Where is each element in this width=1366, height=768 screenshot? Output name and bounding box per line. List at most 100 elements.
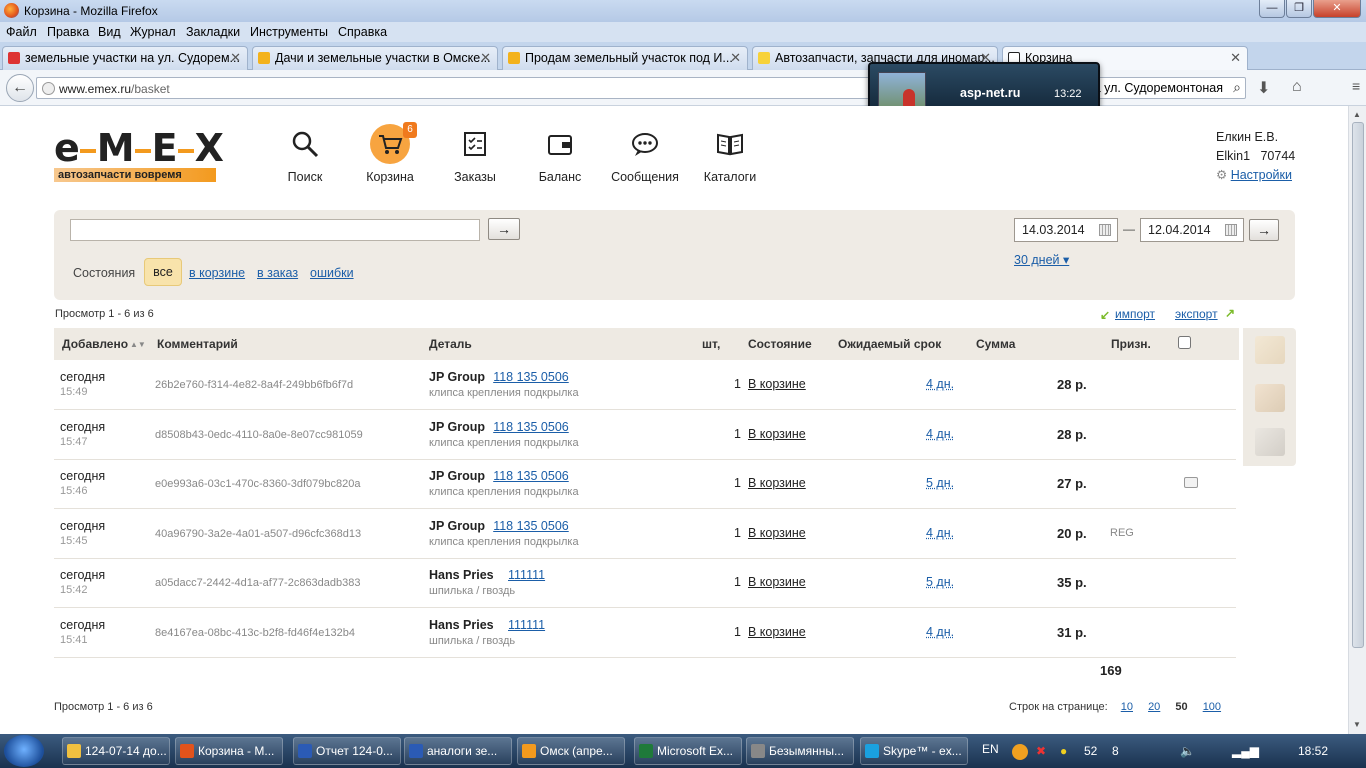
calendar-icon[interactable] — [1225, 224, 1237, 236]
import-link[interactable]: импорт — [1115, 307, 1155, 321]
minimize-button[interactable]: — — [1259, 0, 1285, 18]
back-button[interactable]: ← — [6, 74, 34, 102]
nav-cart[interactable]: 6 Корзина — [345, 122, 435, 184]
row-state[interactable]: В корзине — [748, 427, 806, 441]
part-number-link[interactable]: 111111 — [508, 618, 545, 632]
box-icon[interactable] — [1255, 336, 1285, 364]
row-qty[interactable]: 1 — [734, 575, 741, 589]
comment-icon[interactable] — [1184, 477, 1198, 488]
row-comment[interactable]: 8e4167ea-08bc-413c-b2f8-fd46f4e132b4 — [155, 627, 355, 639]
part-number-link[interactable]: 118 135 0506 — [493, 519, 569, 533]
start-button[interactable] — [4, 735, 44, 767]
settings-link[interactable]: Настройки — [1231, 168, 1292, 182]
row-eta[interactable]: 4 дн. — [926, 427, 954, 441]
calendar-icon[interactable] — [1099, 224, 1111, 236]
pager-100[interactable]: 100 — [1203, 701, 1221, 713]
row-qty[interactable]: 1 — [734, 625, 741, 639]
pager-10[interactable]: 10 — [1121, 701, 1133, 713]
date-go-button[interactable]: → — [1249, 219, 1279, 241]
row-qty[interactable]: 1 — [734, 526, 741, 540]
row-state[interactable]: В корзине — [748, 575, 806, 589]
row-qty[interactable]: 1 — [734, 476, 741, 490]
browser-tab[interactable]: земельные участки на ул. Судорем... ✕ — [2, 46, 248, 70]
sort-icon[interactable]: ▲▼ — [130, 340, 146, 349]
trash-icon[interactable] — [1255, 428, 1285, 456]
row-comment[interactable]: a05dacc7-2442-4d1a-af77-2c863dadb383 — [155, 577, 361, 589]
volume-icon[interactable]: 🔈 — [1180, 744, 1195, 758]
tab-close-icon[interactable]: ✕ — [730, 47, 741, 69]
menu-view[interactable]: Вид — [98, 25, 121, 39]
select-all-checkbox[interactable] — [1178, 336, 1191, 349]
menu-history[interactable]: Журнал — [130, 25, 176, 39]
browser-tab[interactable]: Продам земельный участок под И... ✕ — [502, 46, 748, 70]
menu-edit[interactable]: Правка — [47, 25, 89, 39]
taskbar-app-button[interactable]: Skype™ - ex... — [860, 737, 968, 765]
tab-close-icon[interactable]: ✕ — [480, 47, 491, 69]
tray-app-icon[interactable] — [1012, 744, 1028, 760]
scroll-thumb[interactable] — [1352, 122, 1364, 648]
network-icon[interactable]: ▂▄▆ — [1232, 744, 1259, 758]
nav-orders[interactable]: Заказы — [430, 124, 520, 184]
date-to-field[interactable]: 12.04.2014 — [1140, 218, 1244, 242]
search-input[interactable] — [70, 219, 480, 241]
taskbar-app-button[interactable]: Безымянны... — [746, 737, 854, 765]
taskbar-app-button[interactable]: 124-07-14 до... — [62, 737, 170, 765]
row-comment[interactable]: 40a96790-3a2e-4a01-a507-d96cfc368d13 — [155, 528, 361, 540]
row-comment[interactable]: 26b2e760-f314-4e82-8a4f-249bb6fb6f7d — [155, 379, 353, 391]
part-number-link[interactable]: 118 135 0506 — [493, 370, 569, 384]
state-in-cart-link[interactable]: в корзине — [189, 266, 245, 280]
row-eta[interactable]: 5 дн. — [926, 476, 954, 490]
tab-close-icon[interactable]: ✕ — [230, 47, 241, 69]
date-from-field[interactable]: 14.03.2014 — [1014, 218, 1118, 242]
scroll-down-icon[interactable]: ▼ — [1353, 720, 1361, 729]
tray-security-icon[interactable]: ✖ — [1036, 744, 1046, 758]
part-number-link[interactable]: 118 135 0506 — [493, 469, 569, 483]
vertical-scrollbar[interactable]: ▲ ▼ — [1348, 106, 1366, 734]
box-edit-icon[interactable] — [1255, 384, 1285, 412]
row-qty[interactable]: 1 — [734, 427, 741, 441]
nav-messages[interactable]: Сообщения — [600, 124, 690, 184]
maximize-button[interactable]: ❐ — [1286, 0, 1312, 18]
col-added[interactable]: Добавлено — [62, 337, 128, 351]
scroll-up-icon[interactable]: ▲ — [1353, 110, 1361, 119]
row-eta[interactable]: 4 дн. — [926, 526, 954, 540]
browser-tab[interactable]: Дачи и земельные участки в Омске... ✕ — [252, 46, 498, 70]
taskbar-app-button[interactable]: Омск (апре... — [517, 737, 625, 765]
clock[interactable]: 18:52 — [1298, 744, 1328, 758]
search-go-button[interactable]: → — [488, 218, 520, 240]
state-to-order-link[interactable]: в заказ — [257, 266, 298, 280]
taskbar-app-button[interactable]: аналоги зе... — [404, 737, 512, 765]
nav-balance[interactable]: Баланс — [515, 124, 605, 184]
home-icon[interactable]: ⌂ — [1292, 78, 1302, 96]
part-number-link[interactable]: 118 135 0506 — [493, 420, 569, 434]
state-all-button[interactable]: все — [144, 258, 182, 286]
row-state[interactable]: В корзине — [748, 377, 806, 391]
row-comment[interactable]: d8508b43-0edc-4110-8a0e-8e07cc981059 — [155, 429, 363, 441]
tray-chat-icon[interactable]: ● — [1060, 744, 1067, 758]
taskbar-app-button[interactable]: Microsoft Ex... — [634, 737, 742, 765]
row-eta[interactable]: 5 дн. — [926, 575, 954, 589]
row-state[interactable]: В корзине — [748, 625, 806, 639]
period-dropdown[interactable]: 30 дней ▾ — [1014, 252, 1069, 267]
row-state[interactable]: В корзине — [748, 526, 806, 540]
nav-search[interactable]: Поиск — [260, 124, 350, 184]
menu-bookmarks[interactable]: Закладки — [186, 25, 240, 39]
emex-logo[interactable]: eMEX автозапчасти вовремя — [54, 129, 224, 182]
export-link[interactable]: экспорт — [1175, 307, 1218, 321]
menu-file[interactable]: Файл — [6, 25, 37, 39]
row-state[interactable]: В корзине — [748, 476, 806, 490]
search-box-text[interactable]: а ул. Судоремонтоная — [1094, 81, 1223, 95]
download-icon[interactable]: ⬇ — [1257, 78, 1270, 98]
state-errors-link[interactable]: ошибки — [310, 266, 354, 280]
taskbar-app-button[interactable]: Отчет 124-0... — [293, 737, 401, 765]
row-eta[interactable]: 4 дн. — [926, 377, 954, 391]
tab-close-icon[interactable]: ✕ — [1230, 47, 1241, 69]
row-eta[interactable]: 4 дн. — [926, 625, 954, 639]
nav-catalogs[interactable]: Каталоги — [685, 124, 775, 184]
search-icon[interactable]: ⌕ — [1233, 79, 1241, 96]
menu-tools[interactable]: Инструменты — [250, 25, 328, 39]
row-qty[interactable]: 1 — [734, 377, 741, 391]
row-comment[interactable]: e0e993a6-03c1-470c-8360-3df079bc820a — [155, 478, 361, 490]
close-window-button[interactable]: ✕ — [1313, 0, 1361, 18]
menu-help[interactable]: Справка — [338, 25, 387, 39]
